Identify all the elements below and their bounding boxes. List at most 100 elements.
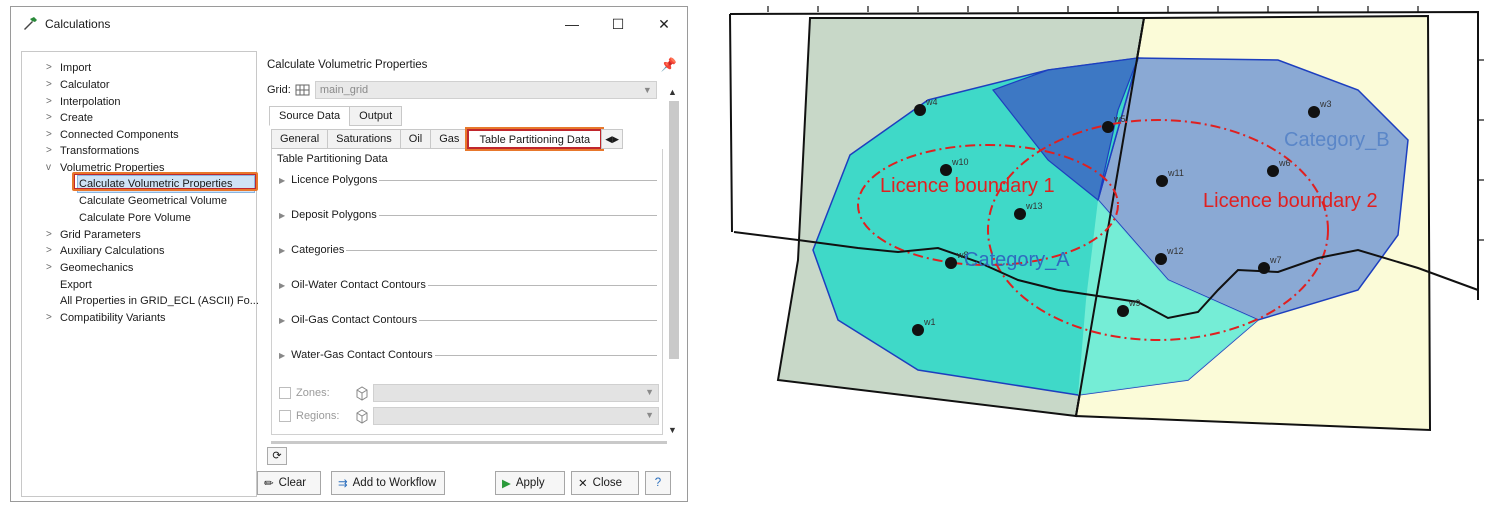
tree-item-create[interactable]: > Create [46,110,94,126]
tab-output[interactable]: Output [349,106,403,126]
minimize-button[interactable]: — [549,16,595,32]
tree-item-import[interactable]: > Import [46,60,91,76]
triangle-right-icon: ▶ [279,175,286,185]
tree-item-label: Create [60,112,94,124]
tree-item-compatibility-variants[interactable]: > Compatibility Variants [46,310,166,326]
well-label: w3 [1319,99,1332,109]
tree-item-label: Calculate Pore Volume [79,212,191,224]
tab-saturations[interactable]: Saturations [327,129,401,149]
section-licence-polygons[interactable]: ▶ Licence Polygons [279,173,657,187]
well-marker[interactable] [1267,165,1279,177]
well-label: w13 [1025,201,1043,211]
horizontal-scrollbar[interactable] [271,441,667,444]
triangle-right-icon: ▶ [279,210,286,220]
tree-item-label: Calculator [60,79,110,91]
tree-item-grid-parameters[interactable]: > Grid Parameters [46,227,141,243]
section-deposit-polygons[interactable]: ▶ Deposit Polygons [279,208,657,222]
well-marker[interactable] [1156,175,1168,187]
properties-panel: Calculate Volumetric Properties 📌 Grid: … [267,51,681,447]
zones-row: Zones: ▼ [279,384,659,402]
close-button[interactable]: ✕ Close [571,471,639,495]
tree-item-connected-components[interactable]: > Connected Components [46,127,179,143]
well-marker[interactable] [1155,253,1167,265]
regions-select[interactable]: ▼ [373,407,659,425]
section-water-gas-contact-contours[interactable]: ▶ Water-Gas Contact Contours [279,348,657,362]
well-marker[interactable] [914,104,926,116]
well-marker[interactable] [1117,305,1129,317]
divider [427,285,657,286]
chevron-down-icon: ▼ [642,85,652,95]
chevron-right-icon: > [46,79,52,90]
tree-item-interpolation[interactable]: > Interpolation [46,94,121,110]
zones-label: Zones: [296,387,330,399]
triangle-right-icon: ▶ [279,280,286,290]
regions-checkbox[interactable] [279,410,291,422]
chevron-down-icon: ▼ [645,410,654,420]
zones-checkbox[interactable] [279,387,291,399]
chevron-right-icon: > [46,112,52,123]
scrollbar-thumb[interactable] [669,101,679,359]
tree-item-geomechanics[interactable]: > Geomechanics [46,260,133,276]
cube-icon [356,386,368,401]
tab-gas[interactable]: Gas [430,129,469,149]
add-to-workflow-button[interactable]: ⇉ Add to Workflow [331,471,445,495]
well-marker[interactable] [1308,106,1320,118]
pin-icon[interactable]: 📌 [661,57,677,73]
tree-item-transformations[interactable]: > Transformations [46,143,139,159]
add-to-workflow-label: Add to Workflow [352,477,437,489]
chevron-right-icon: > [46,62,52,73]
section-oil-water-contact-contours[interactable]: ▶ Oil-Water Contact Contours [279,278,657,292]
tree-item-calculate-geometrical-volume[interactable]: Calculate Geometrical Volume [79,193,227,209]
tab-source-data[interactable]: Source Data [269,106,351,126]
regions-label: Regions: [296,410,340,422]
tree-item-calculate-pore-volume[interactable]: Calculate Pore Volume [79,210,191,226]
category-b-label: Category_B [1284,129,1390,151]
map-canvas: w1 w3 w4 w5 w6 w7 w8 w9 w10 w11 w12 w13 … [729,6,1484,432]
close-label: Close [592,477,623,489]
tab-oil[interactable]: Oil [399,129,432,149]
help-button[interactable]: ? [645,471,671,495]
calculations-tree: > Import > Calculator > Interpolation > Crea… [21,51,259,497]
tree-item-label: Interpolation [60,96,121,108]
tree-item-label: Connected Components [60,129,179,141]
licence-boundary-1-label: Licence boundary 1 [880,175,1055,197]
well-marker[interactable] [1102,121,1114,133]
help-label: ? [654,477,662,489]
play-icon: ▶ [502,478,511,490]
tree-item-calculator[interactable]: > Calculator [46,77,110,93]
scroll-down-icon[interactable]: ▼ [668,425,677,435]
grid-select-value: main_grid [319,84,369,96]
grid-icon [295,84,310,96]
close-window-button[interactable]: ✕ [641,16,687,33]
tree-item-export[interactable]: Export [60,277,92,293]
section-categories[interactable]: ▶ Categories [279,243,657,257]
well-marker[interactable] [945,257,957,269]
well-marker[interactable] [1258,262,1270,274]
chevron-right-icon: > [46,129,52,140]
well-marker[interactable] [912,324,924,336]
grid-select[interactable]: main_grid ▼ [314,81,657,99]
chevron-right-icon: > [46,229,52,240]
tree-item-auxiliary-calculations[interactable]: > Auxiliary Calculations [46,243,165,259]
main-tabs: Source Data Output [269,106,403,126]
tab-table-partitioning-data[interactable]: Table Partitioning Data [465,127,605,151]
well-label: w4 [925,97,938,107]
tab-scroll-arrows[interactable]: ◀▶ [601,129,624,149]
eraser-icon: ✏ [264,478,274,490]
zones-select[interactable]: ▼ [373,384,659,402]
divider [419,320,657,321]
well-marker[interactable] [1014,208,1026,220]
refresh-button[interactable]: ⟳ [267,447,287,465]
tree-item-all-properties[interactable]: All Properties in GRID_ECL (ASCII) Fo... [60,293,259,309]
chevron-right-icon: > [46,312,52,323]
apply-button[interactable]: ▶ Apply [495,471,565,495]
clear-label: Clear [278,477,307,489]
clear-button[interactable]: ✏ Clear [257,471,321,495]
tab-general[interactable]: General [271,129,329,149]
vertical-scrollbar[interactable]: ▲ ▼ [667,87,681,443]
maximize-button[interactable]: ☐ [595,16,641,33]
highlight-frame-red [74,174,256,189]
scroll-up-icon[interactable]: ▲ [668,87,677,97]
section-oil-gas-contact-contours[interactable]: ▶ Oil-Gas Contact Contours [279,313,657,327]
hammer-icon [24,17,37,30]
